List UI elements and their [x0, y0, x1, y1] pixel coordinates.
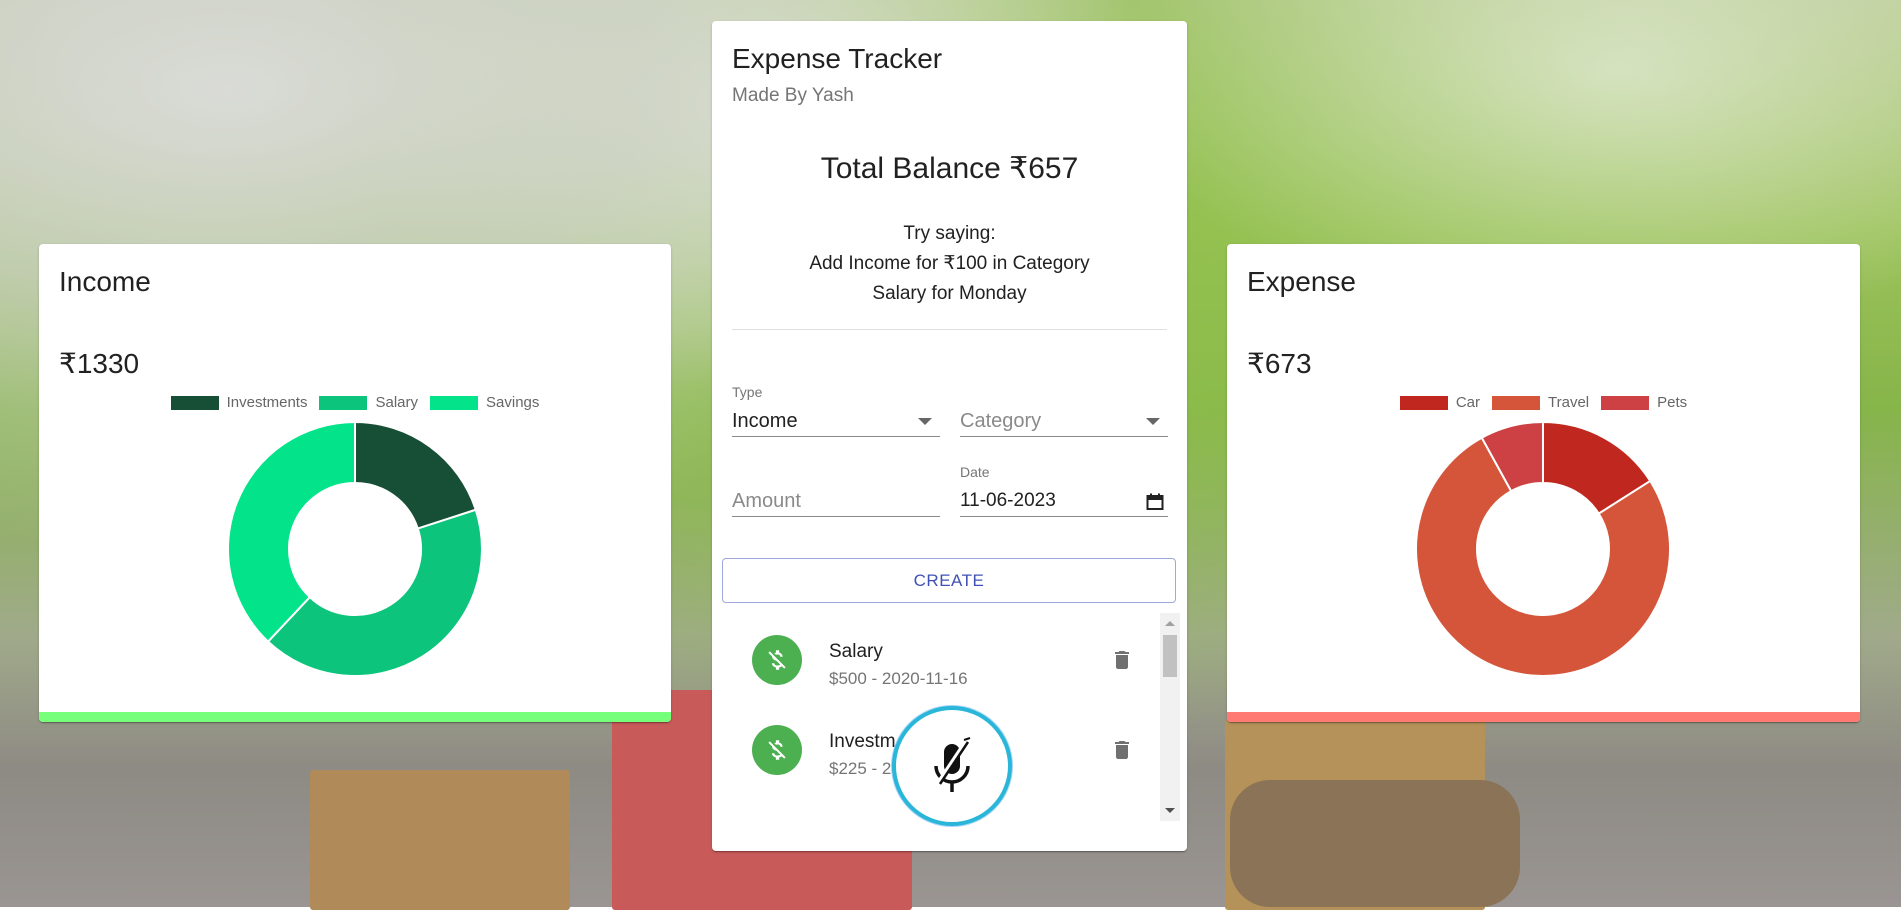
legend-label: Investments	[226, 394, 308, 411]
legend-swatch	[430, 395, 479, 410]
income-donut-chart	[227, 420, 483, 677]
legend-swatch	[1399, 395, 1448, 410]
scroll-down-icon[interactable]	[1165, 808, 1175, 813]
legend-label: Salary	[375, 394, 419, 411]
app-subtitle: Made By Yash	[732, 85, 854, 106]
amount-placeholder: Amount	[732, 489, 801, 512]
voice-mic-button[interactable]	[892, 706, 1012, 826]
voice-hint: Try saying: Add Income for ₹100 in Categ…	[712, 219, 1187, 309]
total-balance: Total Balance ₹657	[820, 152, 1079, 185]
income-amount: ₹1330	[59, 348, 140, 379]
date-input[interactable]: 11-06-2023	[960, 486, 1168, 517]
create-button[interactable]: CREATE	[722, 558, 1176, 603]
expense-title: Expense	[1247, 266, 1356, 297]
legend-label: Car	[1455, 394, 1481, 411]
delete-icon[interactable]	[1110, 646, 1134, 674]
background-block-left	[310, 770, 570, 910]
legend-item-investments[interactable]: Investments	[170, 394, 308, 411]
delete-icon[interactable]	[1110, 736, 1134, 764]
chevron-down-icon	[1146, 418, 1160, 425]
type-value: Income	[732, 409, 798, 432]
income-title: Income	[59, 266, 151, 297]
mic-off-icon	[934, 737, 971, 792]
legend-item-pets[interactable]: Pets	[1601, 394, 1687, 411]
category-placeholder: Category	[960, 409, 1042, 432]
divider	[732, 329, 1167, 330]
expense-donut-chart	[1415, 420, 1671, 677]
legend-swatch	[1601, 395, 1650, 410]
transaction-detail: $500 - 2020-11-16	[829, 669, 968, 688]
category-select[interactable]: Category	[960, 406, 1168, 437]
date-label: Date	[960, 464, 990, 480]
legend-label: Savings	[486, 394, 540, 411]
legend-swatch	[170, 395, 219, 410]
scroll-thumb[interactable]	[1163, 635, 1177, 677]
expense-accent-bar	[1227, 712, 1860, 722]
type-select[interactable]: Income	[732, 406, 940, 437]
legend-item-salary[interactable]: Salary	[319, 394, 418, 411]
legend-label: Travel	[1548, 394, 1590, 411]
date-value: 11-06-2023	[960, 490, 1056, 511]
list-scrollbar[interactable]	[1160, 613, 1180, 821]
list-item[interactable]: Salary $500 - 2020-11-16	[722, 613, 1152, 703]
transaction-name: Investm	[829, 731, 896, 752]
chevron-down-icon	[918, 418, 932, 425]
transaction-name: Salary	[829, 641, 883, 662]
legend-item-savings[interactable]: Savings	[430, 394, 539, 411]
money-off-icon	[768, 650, 786, 670]
transaction-detail: $225 - 20	[829, 759, 901, 778]
hint-line: Salary for Monday	[872, 283, 1027, 304]
legend-item-car[interactable]: Car	[1399, 394, 1481, 411]
money-off-icon	[768, 740, 786, 760]
app-title: Expense Tracker	[732, 43, 943, 74]
expense-legend: Car Travel Pets	[1227, 394, 1860, 411]
hint-line: Try saying:	[903, 223, 996, 244]
legend-item-travel[interactable]: Travel	[1492, 394, 1589, 411]
expense-slices	[1415, 420, 1671, 677]
legend-label: Pets	[1657, 394, 1688, 411]
income-slices	[227, 420, 483, 677]
income-accent-bar	[39, 712, 671, 722]
amount-input[interactable]: Amount	[732, 486, 940, 517]
avatar	[752, 725, 802, 775]
expense-card: Expense ₹673 Car Travel Pets	[1227, 244, 1860, 722]
donut-slice-investments[interactable]	[354, 420, 478, 530]
legend-swatch	[1492, 395, 1541, 410]
scroll-up-icon[interactable]	[1165, 621, 1175, 626]
donut-slice-savings[interactable]	[227, 420, 356, 643]
income-legend: Investments Salary Savings	[39, 394, 671, 411]
income-card: Income ₹1330 Investments Salary Savings	[39, 244, 671, 722]
background-coins	[1230, 780, 1520, 907]
expense-amount: ₹673	[1247, 348, 1312, 379]
legend-swatch	[319, 395, 368, 410]
type-label: Type	[732, 384, 763, 400]
avatar	[752, 635, 802, 685]
calendar-icon[interactable]	[1146, 493, 1164, 511]
hint-line: Add Income for ₹100 in Category	[809, 253, 1090, 274]
